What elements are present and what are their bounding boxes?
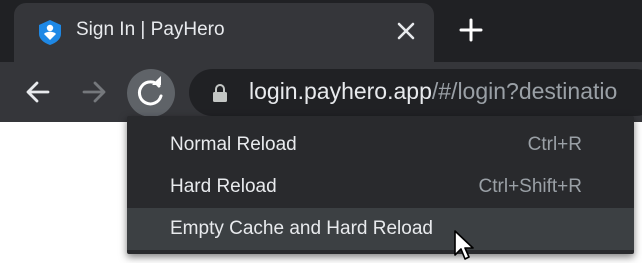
tab-strip: Sign In | PayHero (0, 0, 642, 62)
toolbar: login.payhero.app/#/login?destinatio (0, 62, 642, 122)
url-text: login.payhero.app/#/login?destinatio (249, 78, 617, 105)
menu-item-hard-reload[interactable]: Hard Reload Ctrl+Shift+R (127, 166, 634, 208)
reload-icon (137, 76, 163, 106)
menu-item-shortcut: Ctrl+R (527, 134, 582, 155)
menu-item-shortcut: Ctrl+Shift+R (478, 176, 582, 197)
arrow-right-icon[interactable] (76, 74, 112, 110)
arrow-left-icon[interactable] (20, 74, 56, 110)
url-host: login.payhero.app (249, 78, 432, 104)
lock-icon (213, 84, 227, 102)
address-bar[interactable]: login.payhero.app/#/login?destinatio (189, 69, 642, 116)
close-icon[interactable] (395, 20, 417, 42)
mouse-pointer-icon (454, 230, 474, 260)
url-path: /#/login?destinatio (431, 78, 618, 104)
tab-title: Sign In | PayHero (76, 19, 225, 40)
reload-button[interactable] (127, 69, 175, 117)
menu-item-label: Hard Reload (170, 176, 277, 197)
plus-icon[interactable] (458, 17, 484, 43)
active-tab[interactable]: Sign In | PayHero (14, 3, 434, 62)
payhero-logo-icon (39, 20, 61, 45)
menu-item-label: Normal Reload (170, 134, 297, 155)
menu-item-empty-cache-hard-reload[interactable]: Empty Cache and Hard Reload (127, 208, 634, 250)
menu-item-normal-reload[interactable]: Normal Reload Ctrl+R (127, 124, 634, 166)
menu-item-label: Empty Cache and Hard Reload (170, 218, 433, 239)
reload-context-menu: Normal Reload Ctrl+R Hard Reload Ctrl+Sh… (127, 116, 634, 254)
